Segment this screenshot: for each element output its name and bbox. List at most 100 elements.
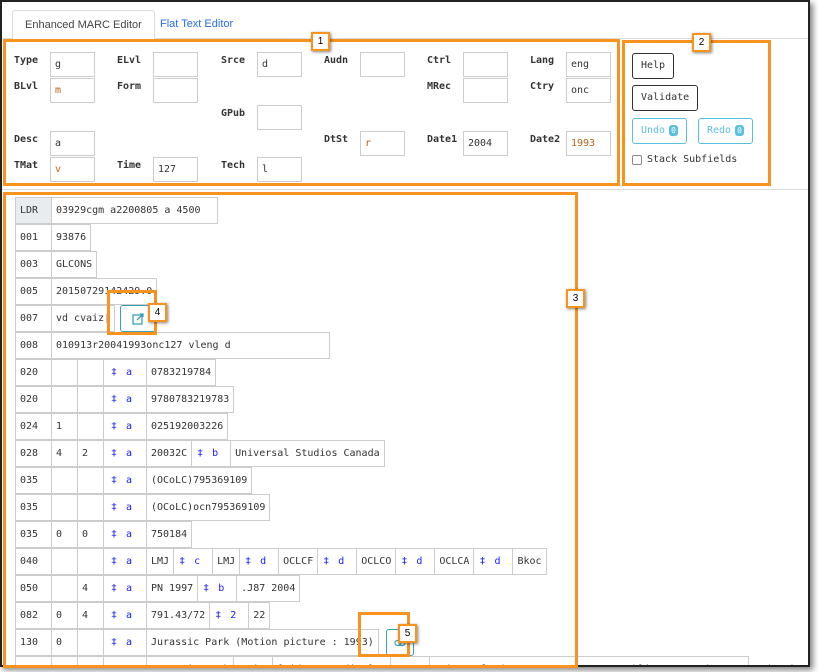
field-tag[interactable]: 035 [15, 467, 52, 494]
fixed-field-input-dtst[interactable]: r [360, 131, 405, 156]
control-field-value[interactable]: 93876 [51, 224, 92, 251]
indicator-2[interactable]: 0 [77, 656, 104, 665]
subfield-value[interactable]: PN 1997 [146, 575, 199, 602]
indicator-2[interactable] [77, 359, 104, 386]
subfield-value[interactable]: Universal Studios Canada [230, 440, 385, 467]
subfield-code[interactable]: ‡a [103, 602, 147, 629]
fixed-field-input-type[interactable]: g [50, 52, 95, 77]
field-tag[interactable]: 245 [15, 656, 52, 665]
fixed-field-input-srce[interactable]: d [257, 52, 302, 77]
fixed-field-input-desc[interactable]: a [50, 131, 95, 156]
subfield-code[interactable]: ‡ d [239, 548, 280, 575]
subfield-value[interactable]: OCLCA [434, 548, 475, 575]
field-tag[interactable]: 005 [15, 278, 52, 305]
help-button[interactable]: Help [632, 53, 675, 79]
indicator-2[interactable] [77, 494, 104, 521]
subfield-code[interactable]: ‡a [103, 521, 147, 548]
subfield-code[interactable]: ‡a [103, 467, 147, 494]
indicator-2[interactable]: 4 [77, 575, 104, 602]
subfield-value[interactable]: LMJ [146, 548, 175, 575]
subfield-code[interactable]: ‡a [103, 440, 147, 467]
fixed-field-input-tech[interactable]: l [257, 157, 302, 182]
subfield-value[interactable]: Jurassic Park (Motion picture : 1993) [146, 629, 379, 656]
field-tag[interactable]: 028 [15, 440, 52, 467]
fixed-field-input-form[interactable] [153, 78, 198, 103]
fixed-field-input-blvl[interactable]: m [50, 78, 95, 103]
checkbox-box[interactable] [632, 154, 642, 165]
field-tag[interactable]: 020 [15, 359, 52, 386]
fixed-field-input-time[interactable]: 127 [153, 157, 198, 182]
subfield-code[interactable]: ‡a [103, 413, 147, 440]
control-field-value[interactable]: 20150729142429.0 [51, 278, 158, 305]
subfield-value[interactable]: Bkoc [512, 548, 547, 575]
subfield-code[interactable]: ‡ 2 [209, 602, 250, 629]
indicator-2[interactable] [77, 548, 104, 575]
subfield-value[interactable]: 9780783219783 [146, 386, 235, 413]
indicator-2[interactable]: 2 [77, 440, 104, 467]
control-field-value[interactable]: 010913r20041993onc127 vleng d [51, 332, 330, 359]
subfield-value[interactable]: (OCoLC)ocn795369109 [146, 494, 271, 521]
tab-enhanced-marc-editor[interactable]: Enhanced MARC Editor [12, 10, 155, 40]
validate-button[interactable]: Validate [632, 85, 699, 111]
fixed-field-input-date1[interactable]: 2004 [463, 131, 508, 156]
subfield-value[interactable]: 20032C [146, 440, 193, 467]
subfield-code[interactable]: ‡a [103, 359, 147, 386]
subfield-code[interactable]: ‡ d [395, 548, 436, 575]
subfield-value[interactable]: OCLCF [278, 548, 319, 575]
field-tag[interactable]: 020 [15, 386, 52, 413]
control-field-value[interactable]: GLCONS [51, 251, 98, 278]
indicator-1[interactable] [51, 359, 78, 386]
indicator-1[interactable] [51, 494, 78, 521]
indicator-1[interactable] [51, 575, 78, 602]
control-field-value[interactable]: 03929cgm a2200805 a 4500 [51, 197, 218, 224]
indicator-2[interactable] [77, 629, 104, 656]
subfield-value[interactable]: [videorecording] / [272, 656, 391, 665]
tab-flat-text-editor[interactable]: Flat Text Editor [148, 10, 245, 40]
subfield-value[interactable]: 0783219784 [146, 359, 217, 386]
indicator-1[interactable]: 1 [51, 656, 78, 665]
fixed-field-input-ctrl[interactable] [463, 52, 508, 77]
fixed-field-input-mrec[interactable] [463, 78, 508, 103]
field-tag[interactable]: 040 [15, 548, 52, 575]
control-field-value[interactable]: vd cvaiz| [51, 305, 116, 332]
indicator-1[interactable]: 0 [51, 521, 78, 548]
indicator-2[interactable]: 4 [77, 602, 104, 629]
subfield-value[interactable]: Jurassic park [146, 656, 235, 665]
subfield-code[interactable]: ‡c [173, 548, 214, 575]
subfield-code[interactable]: ‡a [103, 494, 147, 521]
subfield-code[interactable]: ‡a [103, 656, 147, 665]
indicator-1[interactable]: 4 [51, 440, 78, 467]
subfield-value[interactable]: Universal Pictures presents an Amblin En… [428, 656, 807, 665]
subfield-value[interactable]: .J87 2004 [236, 575, 301, 602]
field-tag[interactable]: 008 [15, 332, 52, 359]
subfield-value[interactable]: LMJ [212, 548, 241, 575]
field-tag[interactable]: LDR [15, 197, 52, 224]
field-tag[interactable]: 035 [15, 494, 52, 521]
subfield-code[interactable]: ‡ b [191, 440, 232, 467]
fixed-field-input-gpub[interactable] [257, 105, 302, 130]
subfield-value[interactable]: 791.43/72 [146, 602, 211, 629]
subfield-value[interactable]: 22 [248, 602, 271, 629]
indicator-2[interactable] [77, 413, 104, 440]
field-tag[interactable]: 050 [15, 575, 52, 602]
field-tag[interactable]: 001 [15, 224, 52, 251]
subfield-value[interactable]: (OCoLC)795369109 [146, 467, 253, 494]
stack-subfields-checkbox[interactable]: Stack Subfields [632, 154, 737, 165]
subfield-code[interactable]: ‡ d [317, 548, 358, 575]
subfield-code[interactable]: ‡a [103, 629, 147, 656]
indicator-1[interactable] [51, 467, 78, 494]
subfield-code[interactable]: ‡h [233, 656, 274, 665]
fixed-field-input-tmat[interactable]: v [50, 157, 95, 182]
undo-button[interactable]: Undo 0 [632, 118, 687, 144]
indicator-1[interactable]: 1 [51, 413, 78, 440]
indicator-2[interactable] [77, 386, 104, 413]
redo-button[interactable]: Redo 0 [698, 118, 753, 144]
fixed-field-input-date2[interactable]: 1993 [566, 131, 611, 156]
field-tag[interactable]: 007 [15, 305, 52, 332]
field-tag[interactable]: 130 [15, 629, 52, 656]
subfield-code[interactable]: ‡a [103, 575, 147, 602]
subfield-value[interactable]: 750184 [146, 521, 193, 548]
indicator-1[interactable]: 0 [51, 602, 78, 629]
fixed-field-input-ctry[interactable]: onc [566, 78, 611, 103]
fixed-field-input-lang[interactable]: eng [566, 52, 611, 77]
